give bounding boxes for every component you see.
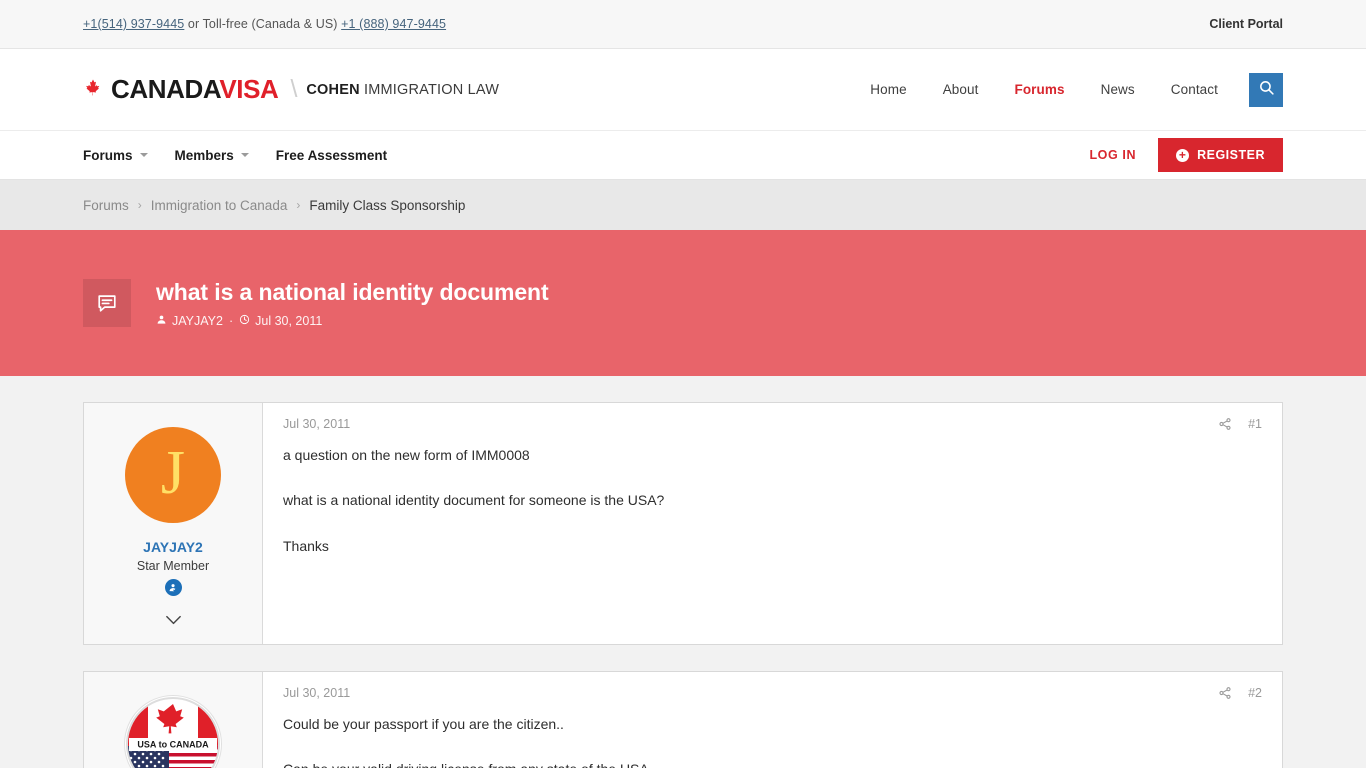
logo-tagline-rest: IMMIGRATION LAW xyxy=(359,81,500,98)
nav-item-contact[interactable]: Contact xyxy=(1171,82,1218,97)
avatar-caption: USA to CANADA xyxy=(137,740,209,750)
post-actions: #2 xyxy=(1218,686,1262,700)
expand-author-info-button[interactable] xyxy=(165,596,182,630)
avatar[interactable]: J xyxy=(125,427,221,523)
main-navigation: Home About Forums News Contact xyxy=(834,72,1283,107)
maple-leaf-icon xyxy=(83,78,103,102)
post-item: USA to CANADA kuku Jul 30, 2011 #2 xyxy=(83,671,1283,768)
post-body: Could be your passport if you are the ci… xyxy=(283,714,1262,768)
logo-wordmark: CANADAVISA xyxy=(111,74,279,105)
post-content: Jul 30, 2011 #2 Could be your passport i… xyxy=(263,672,1282,768)
post-paragraph: Can be your valid driving license from a… xyxy=(283,759,1262,768)
thread-author[interactable]: JAYJAY2 xyxy=(156,314,223,328)
thread-posts: J JAYJAY2 Star Member Jul 30, 2011 #1 a … xyxy=(0,376,1366,768)
member-badge-icon[interactable] xyxy=(164,579,182,596)
post-paragraph: Thanks xyxy=(283,537,329,554)
post-paragraph: Could be your passport if you are the ci… xyxy=(283,716,564,732)
post-author-sidebar: J JAYJAY2 Star Member xyxy=(84,403,263,644)
post-number[interactable]: #1 xyxy=(1248,417,1262,431)
register-button[interactable]: + REGISTER xyxy=(1158,138,1283,172)
post-body: a question on the new form of IMM0008 wh… xyxy=(283,445,1262,556)
page: +1(514) 937-9445 or Toll-free (Canada & … xyxy=(0,0,1366,768)
breadcrumb-item-immigration-to-canada[interactable]: Immigration to Canada xyxy=(151,198,288,213)
log-in-link[interactable]: LOG IN xyxy=(1089,148,1136,162)
subnav-item-members[interactable]: Members xyxy=(175,148,249,163)
logo-tagline-bold: COHEN xyxy=(306,81,360,98)
chevron-down-icon xyxy=(139,153,148,157)
logo-word-visa: VISA xyxy=(219,74,279,104)
post-author-name[interactable]: JAYJAY2 xyxy=(143,539,203,555)
subnav-item-forums[interactable]: Forums xyxy=(83,148,148,163)
user-icon xyxy=(156,314,172,328)
post-content: Jul 30, 2011 #1 a question on the new fo… xyxy=(263,403,1282,644)
phone-tollfree-link[interactable]: +1 (888) 947-9445 xyxy=(341,17,446,31)
plus-circle-icon: + xyxy=(1176,148,1190,162)
utility-topbar: +1(514) 937-9445 or Toll-free (Canada & … xyxy=(0,0,1366,49)
phone-primary-link[interactable]: +1(514) 937-9445 xyxy=(83,17,184,31)
thread-banner: what is a national identity document JAY… xyxy=(0,230,1366,376)
client-portal-link[interactable]: Client Portal xyxy=(1209,17,1283,31)
share-icon[interactable] xyxy=(1218,686,1232,700)
avatar[interactable]: USA to CANADA xyxy=(125,696,221,768)
subnav-item-free-assessment[interactable]: Free Assessment xyxy=(276,148,387,163)
breadcrumb-item-forums[interactable]: Forums xyxy=(83,198,129,213)
thread-date-text: Jul 30, 2011 xyxy=(255,313,323,328)
post-author-title: Star Member xyxy=(136,559,210,573)
meta-separator: · xyxy=(228,313,234,328)
nav-item-forums[interactable]: Forums xyxy=(1014,82,1064,97)
search-button[interactable] xyxy=(1249,72,1283,107)
breadcrumb-separator: › xyxy=(296,198,301,212)
page-title: what is a national identity document xyxy=(156,278,549,305)
site-header: CANADAVISA \ COHEN IMMIGRATION LAW Home … xyxy=(0,49,1366,130)
account-actions: LOG IN + REGISTER xyxy=(1089,138,1283,172)
logo-word-canada: CANADA xyxy=(111,74,220,104)
breadcrumb-item-family-class-sponsorship: Family Class Sponsorship xyxy=(309,197,466,213)
post-paragraph: what is a national identity document for… xyxy=(283,492,665,509)
nav-item-news[interactable]: News xyxy=(1101,82,1135,97)
breadcrumb: Forums › Immigration to Canada › Family … xyxy=(0,180,1366,230)
post-header: Jul 30, 2011 #1 xyxy=(283,417,1262,431)
contact-phones: +1(514) 937-9445 or Toll-free (Canada & … xyxy=(83,17,446,31)
subnav-label-free-assessment: Free Assessment xyxy=(275,147,388,163)
thread-author-name: JAYJAY2 xyxy=(172,313,223,328)
thread-banner-text: what is a national identity document JAY… xyxy=(156,279,549,328)
post-item: J JAYJAY2 Star Member Jul 30, 2011 #1 a … xyxy=(83,402,1283,645)
subnav-label-members: Members xyxy=(174,147,234,163)
nav-item-about[interactable]: About xyxy=(943,82,979,97)
site-logo[interactable]: CANADAVISA \ COHEN IMMIGRATION LAW xyxy=(83,74,499,105)
usa-to-canada-flag-icon: USA to CANADA xyxy=(126,697,220,768)
thread-date: Jul 30, 2011 xyxy=(239,314,322,328)
post-header: Jul 30, 2011 #2 xyxy=(283,686,1262,700)
chevron-down-icon xyxy=(240,153,249,157)
search-icon xyxy=(1258,79,1275,101)
breadcrumb-separator: › xyxy=(137,198,142,212)
post-author-sidebar: USA to CANADA kuku xyxy=(84,672,263,768)
post-paragraph: a question on the new form of IMM0008 xyxy=(283,447,530,463)
post-date: Jul 30, 2011 xyxy=(283,417,351,431)
thread-meta: JAYJAY2 · Jul 30, 2011 xyxy=(156,314,549,328)
logo-tagline: COHEN IMMIGRATION LAW xyxy=(306,82,499,98)
post-actions: #1 xyxy=(1218,417,1262,431)
post-date: Jul 30, 2011 xyxy=(283,686,351,700)
register-button-label: REGISTER xyxy=(1197,148,1265,162)
avatar-initial: J xyxy=(160,439,186,507)
post-number[interactable]: #2 xyxy=(1248,686,1262,700)
subnav-label-forums: Forums xyxy=(83,147,133,163)
clock-icon xyxy=(239,314,255,328)
forum-subnav: Forums Members Free Assessment LOG IN + … xyxy=(0,130,1366,180)
phone-separator-text: or Toll-free (Canada & US) xyxy=(184,17,342,31)
nav-item-home[interactable]: Home xyxy=(870,82,906,97)
logo-divider: \ xyxy=(290,75,298,103)
share-icon[interactable] xyxy=(1218,417,1232,431)
speech-bubble-icon xyxy=(83,279,131,327)
